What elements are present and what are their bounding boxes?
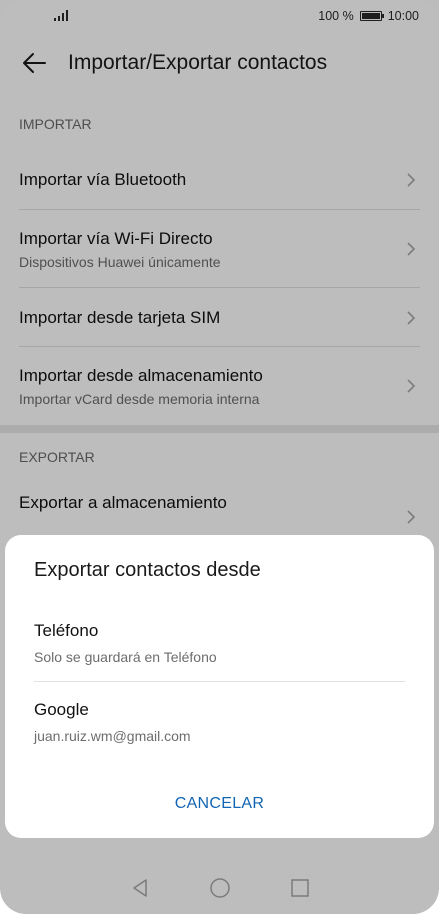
- option-primary-text: Google: [34, 700, 89, 719]
- divider: [34, 681, 405, 682]
- option-secondary-text: juan.ruiz.wm@gmail.com: [34, 728, 191, 744]
- home-circle-icon[interactable]: [209, 877, 231, 899]
- back-triangle-icon[interactable]: [129, 877, 151, 899]
- option-secondary-text: Solo se guardará en Teléfono: [34, 649, 217, 665]
- option-google[interactable]: Google juan.ruiz.wm@gmail.com: [34, 700, 405, 744]
- dialog-title: Exportar contactos desde: [34, 559, 261, 581]
- system-nav-bar: [0, 862, 439, 914]
- phone-frame: 100 % 10:00 Importar/Exportar contactos …: [0, 0, 439, 914]
- screen: 100 % 10:00 Importar/Exportar contactos …: [0, 0, 439, 914]
- recents-square-icon[interactable]: [289, 877, 311, 899]
- cancel-button[interactable]: CANCELAR: [5, 795, 434, 813]
- option-phone[interactable]: Teléfono Solo se guardará en Teléfono: [34, 621, 405, 665]
- export-source-dialog: Exportar contactos desde Teléfono Solo s…: [5, 535, 434, 838]
- option-primary-text: Teléfono: [34, 621, 99, 640]
